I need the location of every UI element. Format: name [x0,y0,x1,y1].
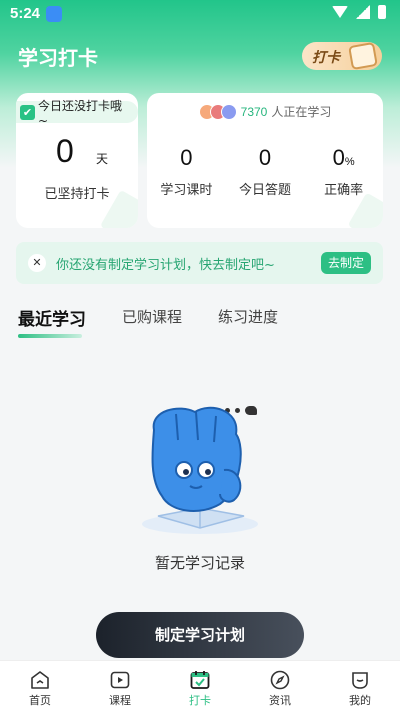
content-tabs: 最近学习 已购课程 练习进度 [18,306,278,339]
tab-active-indicator [18,334,82,338]
stat-label: 今日答题 [239,183,292,198]
battery-icon [378,5,386,19]
empty-state-illustration [142,406,258,534]
nav-label: 打卡 [189,694,211,707]
tab-label: 练习进度 [218,308,279,326]
status-bar: 5:24 [0,0,400,28]
nav-label: 我的 [349,694,371,707]
signal-icon [356,5,370,19]
stat-suffix: % [344,156,355,168]
nav-item-courses[interactable]: 课程 [80,661,160,711]
stat-today-answers: 0 今日答题 [226,145,305,198]
checkin-badge[interactable]: 打卡 [302,41,382,71]
create-study-plan-button[interactable]: 制定学习计划 [96,612,304,658]
tab-recent-study[interactable]: 最近学习 [18,305,86,338]
status-time: 5:24 [10,5,41,22]
tab-label: 最近学习 [18,310,86,330]
nav-label: 课程 [109,694,131,707]
streak-days-value: 0 [56,133,74,169]
learning-stats-card: 7370 人正在学习 0 学习课时 0 今日答题 0% 正确率 [147,93,383,228]
tab-purchased-courses[interactable]: 已购课程 [122,306,182,339]
page-title: 学习打卡 [18,46,98,70]
stats-row: 0 学习课时 0 今日答题 0% 正确率 [147,145,383,198]
home-icon [31,671,49,689]
play-icon [110,671,130,689]
streak-days-unit: 天 [96,152,109,166]
nav-label: 资讯 [269,694,291,707]
checkin-status-text: 今日还没打卡哦~ [37,98,122,128]
tab-label: 已购课程 [122,308,183,326]
active-learners: 7370 人正在学习 [147,103,383,120]
user-icon [352,672,368,689]
empty-state-text: 暂无学习记录 [154,554,245,572]
stat-lesson-hours: 0 学习课时 [147,145,226,198]
tab-practice-progress[interactable]: 练习进度 [218,306,278,339]
learner-avatars [198,103,237,120]
close-icon[interactable]: ✕ [28,254,46,272]
avatar [220,103,237,120]
nav-item-checkin[interactable]: 打卡 [160,661,240,711]
learners-count: 7370 [240,104,268,119]
system-icons [332,5,386,19]
stat-accuracy: 0% 正确率 [304,145,383,198]
study-plan-banner: ✕ 你还没有制定学习计划，快去制定吧~ 去制定 [16,242,383,284]
nav-label: 首页 [29,694,51,707]
calendar-icon [348,41,378,71]
nav-item-profile[interactable]: 我的 [320,661,400,711]
compass-icon [270,670,290,690]
checkin-streak-card: ✔ 今日还没打卡哦~ 0 天 已坚持打卡 [16,93,138,228]
checkin-status-tag: ✔ 今日还没打卡哦~ [16,99,138,128]
app-notification-icon [46,6,62,22]
learners-label: 人正在学习 [271,105,332,119]
stat-value: 0 [258,145,272,170]
nav-item-home[interactable]: 首页 [0,661,80,711]
bottom-nav: 首页 课程 打卡 资讯 我的 [0,660,400,711]
plan-banner-message: 你还没有制定学习计划，快去制定吧~ [56,258,275,273]
wifi-icon [332,6,348,18]
calendar-check-icon [190,671,210,689]
checkin-badge-label: 打卡 [312,50,340,66]
stat-label: 学习课时 [160,183,213,198]
stat-value: 0 [180,145,193,170]
check-icon: ✔ [20,104,35,120]
nav-item-news[interactable]: 资讯 [240,661,320,711]
create-plan-link[interactable]: 去制定 [320,252,371,274]
stat-value: 0 [332,145,345,170]
